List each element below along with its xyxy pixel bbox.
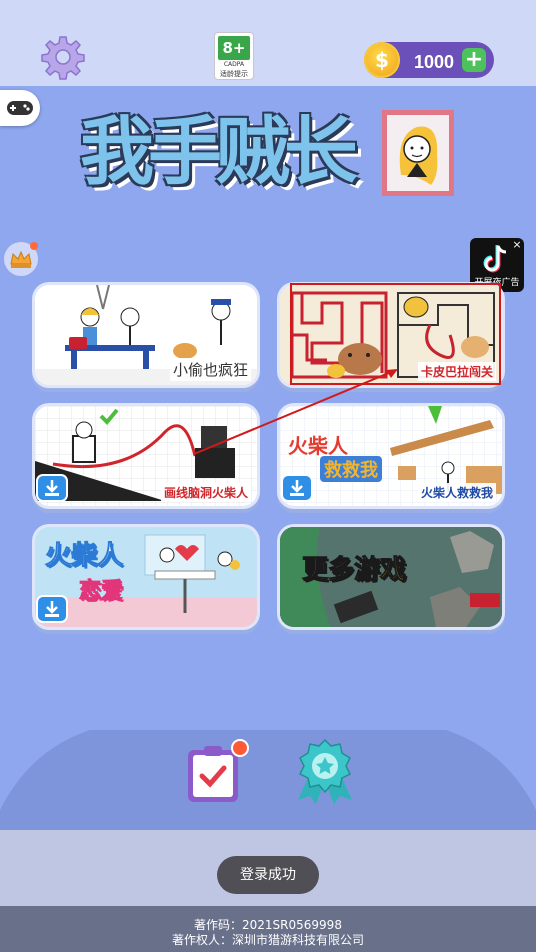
crown-notification-dot — [30, 242, 38, 250]
download-button[interactable] — [38, 597, 66, 621]
download-icon — [290, 480, 304, 496]
girl-portrait-icon — [399, 126, 438, 185]
age-rating-caption: 适龄提示 — [220, 70, 248, 78]
age-rating-org: CADPA — [223, 61, 245, 68]
game-card-more-games[interactable]: 更多游戏 — [280, 527, 502, 627]
copyright-holder: 著作权人：深圳市猎游科技有限公司 — [171, 933, 364, 947]
download-button[interactable] — [38, 476, 66, 500]
age-rating-badge: 8+ CADPA 适龄提示 — [215, 33, 253, 79]
gamepad-icon — [7, 101, 33, 115]
age-rating-value: 8+ — [218, 36, 250, 60]
more-games-title: 更多游戏 — [301, 555, 407, 586]
task-notification-dot — [233, 741, 247, 755]
tutorial-arrow-icon — [193, 369, 398, 455]
game-title: 我手贼长 — [80, 109, 358, 195]
settings-gear-icon[interactable] — [40, 34, 86, 80]
gamepad-side-button[interactable] — [0, 90, 40, 126]
game-card-label: 画线脑洞火柴人 — [160, 483, 251, 502]
banner-title-line1: 火柴人 — [44, 541, 124, 572]
download-icon — [45, 601, 59, 617]
add-coins-button[interactable]: + — [462, 48, 486, 72]
title-portrait-image — [382, 110, 454, 196]
banner-title-line2: 恋爱 — [78, 579, 124, 605]
coin-count: 1000 — [413, 52, 455, 72]
game-card-label: 火柴人救救我 — [417, 483, 496, 502]
login-success-toast: 登录成功 — [217, 856, 319, 894]
coin-icon: $ — [364, 42, 400, 78]
game-card-stickman-love[interactable]: 火柴人 恋爱 — [35, 527, 257, 627]
download-icon — [45, 480, 59, 496]
ad-close-icon[interactable]: × — [510, 238, 524, 252]
download-button[interactable] — [283, 476, 311, 500]
achievement-medal-icon[interactable] — [292, 738, 358, 806]
